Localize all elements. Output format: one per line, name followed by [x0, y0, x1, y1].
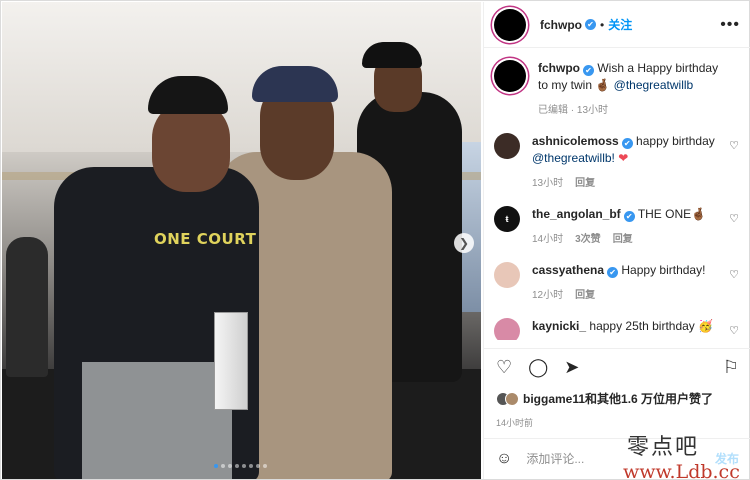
- comment-like-heart-icon[interactable]: ♡: [729, 139, 739, 152]
- commenter-username[interactable]: kaynicki_: [532, 319, 586, 333]
- comment-text: Happy birthday!: [621, 263, 706, 277]
- watermark-title: 零点吧: [627, 435, 700, 460]
- likes-count-link[interactable]: 和其他1.6 万位用户赞了: [585, 390, 713, 407]
- caption-meta: 已编辑 · 13小时: [538, 105, 609, 116]
- commenter-avatar[interactable]: ŧ: [494, 206, 520, 232]
- post-header: fchwpo ✔ • 关注 •••: [484, 2, 750, 48]
- carousel-dot[interactable]: [242, 464, 246, 468]
- post-side-panel: fchwpo ✔ • 关注 ••• fchwpo ✔ Wish a Happy b…: [483, 2, 750, 479]
- comment-time: 13小时: [532, 178, 564, 189]
- post-photo[interactable]: ONE COURT ❯: [2, 2, 481, 479]
- post-actions-bar: ♡ ◯ ➤ ⚐: [484, 348, 750, 384]
- carousel-dot[interactable]: [221, 464, 225, 468]
- comment-icon[interactable]: ◯: [528, 357, 548, 384]
- comments-list[interactable]: fchwpo ✔ Wish a Happy birthday to my twin…: [484, 48, 750, 340]
- more-options-icon[interactable]: •••: [720, 16, 740, 34]
- caption-mention-link[interactable]: @thegreatwillb: [614, 78, 694, 92]
- comment-text: happy birthday: [636, 134, 715, 148]
- reply-button[interactable]: 回复: [613, 234, 633, 245]
- verified-badge-icon: ✔: [583, 65, 594, 76]
- comment-item: kaynicki_ happy 25th birthday 🥳 ♡: [494, 318, 741, 340]
- carousel-dot[interactable]: [235, 464, 239, 468]
- emoji-smiley-icon[interactable]: ☺: [496, 450, 512, 468]
- commenter-avatar[interactable]: [494, 262, 520, 288]
- verified-badge-icon: ✔: [607, 267, 619, 278]
- comment-item: ŧ the_angolan_bf ✔ THE ONE🤞🏾 14小时 3次赞 回复 ♡: [494, 206, 741, 248]
- comment-time: 12小时: [532, 290, 564, 301]
- commenter-username[interactable]: ashnicolemoss: [532, 134, 619, 148]
- bearded-man-cap: [252, 66, 338, 102]
- caption-username[interactable]: fchwpo: [538, 61, 580, 75]
- likes-summary: biggame11 和其他1.6 万位用户赞了: [496, 390, 713, 407]
- caption: fchwpo ✔ Wish a Happy birthday to my twin…: [494, 60, 741, 119]
- author-avatar[interactable]: [494, 8, 526, 41]
- send-icon[interactable]: ➤: [564, 357, 579, 384]
- gift-box: [214, 312, 248, 410]
- watermark: 零点吧 www.Ldb.cc: [623, 429, 740, 480]
- carousel-dot[interactable]: [256, 464, 260, 468]
- comment-item: cassyathena ✔ Happy birthday! 12小时 回复 ♡: [494, 262, 741, 304]
- comment-like-heart-icon[interactable]: ♡: [729, 324, 739, 337]
- author-username[interactable]: fchwpo: [540, 18, 582, 32]
- comment-item: ashnicolemoss ✔ happy birthday @thegreatw…: [494, 133, 741, 192]
- carousel-dot[interactable]: [214, 464, 218, 468]
- comment-text: happy 25th birthday 🥳: [589, 319, 714, 333]
- header-separator: •: [600, 17, 605, 32]
- carousel-dots: [214, 464, 267, 468]
- shirt-print: ONE COURT: [154, 230, 257, 248]
- comment-text: THE ONE🤞🏾: [637, 207, 707, 221]
- bookmark-icon[interactable]: ⚐: [723, 357, 739, 384]
- commenter-avatar[interactable]: [494, 133, 520, 159]
- comment-time: 14小时: [532, 234, 564, 245]
- older-man-pants: [82, 362, 232, 479]
- verified-badge-icon: ✔: [623, 211, 635, 222]
- heart-icon[interactable]: ♡: [496, 357, 512, 384]
- likes-user-link[interactable]: biggame11: [523, 392, 585, 406]
- add-comment-input[interactable]: 添加评论...: [526, 450, 584, 467]
- commenter-username[interactable]: cassyathena: [532, 263, 604, 277]
- reply-button[interactable]: 回复: [575, 178, 595, 189]
- carousel-dot[interactable]: [263, 464, 267, 468]
- commenter-avatar[interactable]: [494, 318, 520, 340]
- chevron-right-icon: ❯: [458, 236, 470, 250]
- background-person: [6, 237, 48, 377]
- tall-man-hat: [362, 42, 422, 68]
- comment-mention-link[interactable]: @thegreatwillb!: [532, 151, 615, 165]
- commenter-username[interactable]: the_angolan_bf: [532, 207, 621, 221]
- liker-avatar: [505, 391, 519, 406]
- watermark-url: www.Ldb.cc: [623, 461, 740, 480]
- comment-like-heart-icon[interactable]: ♡: [729, 268, 739, 281]
- post-timestamp: 14小时前: [496, 418, 534, 428]
- carousel-dot[interactable]: [249, 464, 253, 468]
- verified-badge-icon: ✔: [585, 19, 596, 30]
- carousel-dot[interactable]: [228, 464, 232, 468]
- red-heart-emoji: ❤: [618, 151, 629, 165]
- carousel-next-button[interactable]: ❯: [454, 233, 474, 253]
- verified-badge-icon: ✔: [621, 138, 633, 149]
- instagram-post-window: ONE COURT ❯ fchwpo ✔ • 关注 ••• fchwpo ✔ Wi…: [0, 0, 750, 480]
- caption-author-avatar[interactable]: [494, 60, 526, 92]
- comment-like-count[interactable]: 3次赞: [575, 234, 601, 245]
- comment-like-heart-icon[interactable]: ♡: [729, 212, 739, 225]
- follow-button[interactable]: 关注: [608, 16, 632, 33]
- reply-button[interactable]: 回复: [575, 290, 595, 301]
